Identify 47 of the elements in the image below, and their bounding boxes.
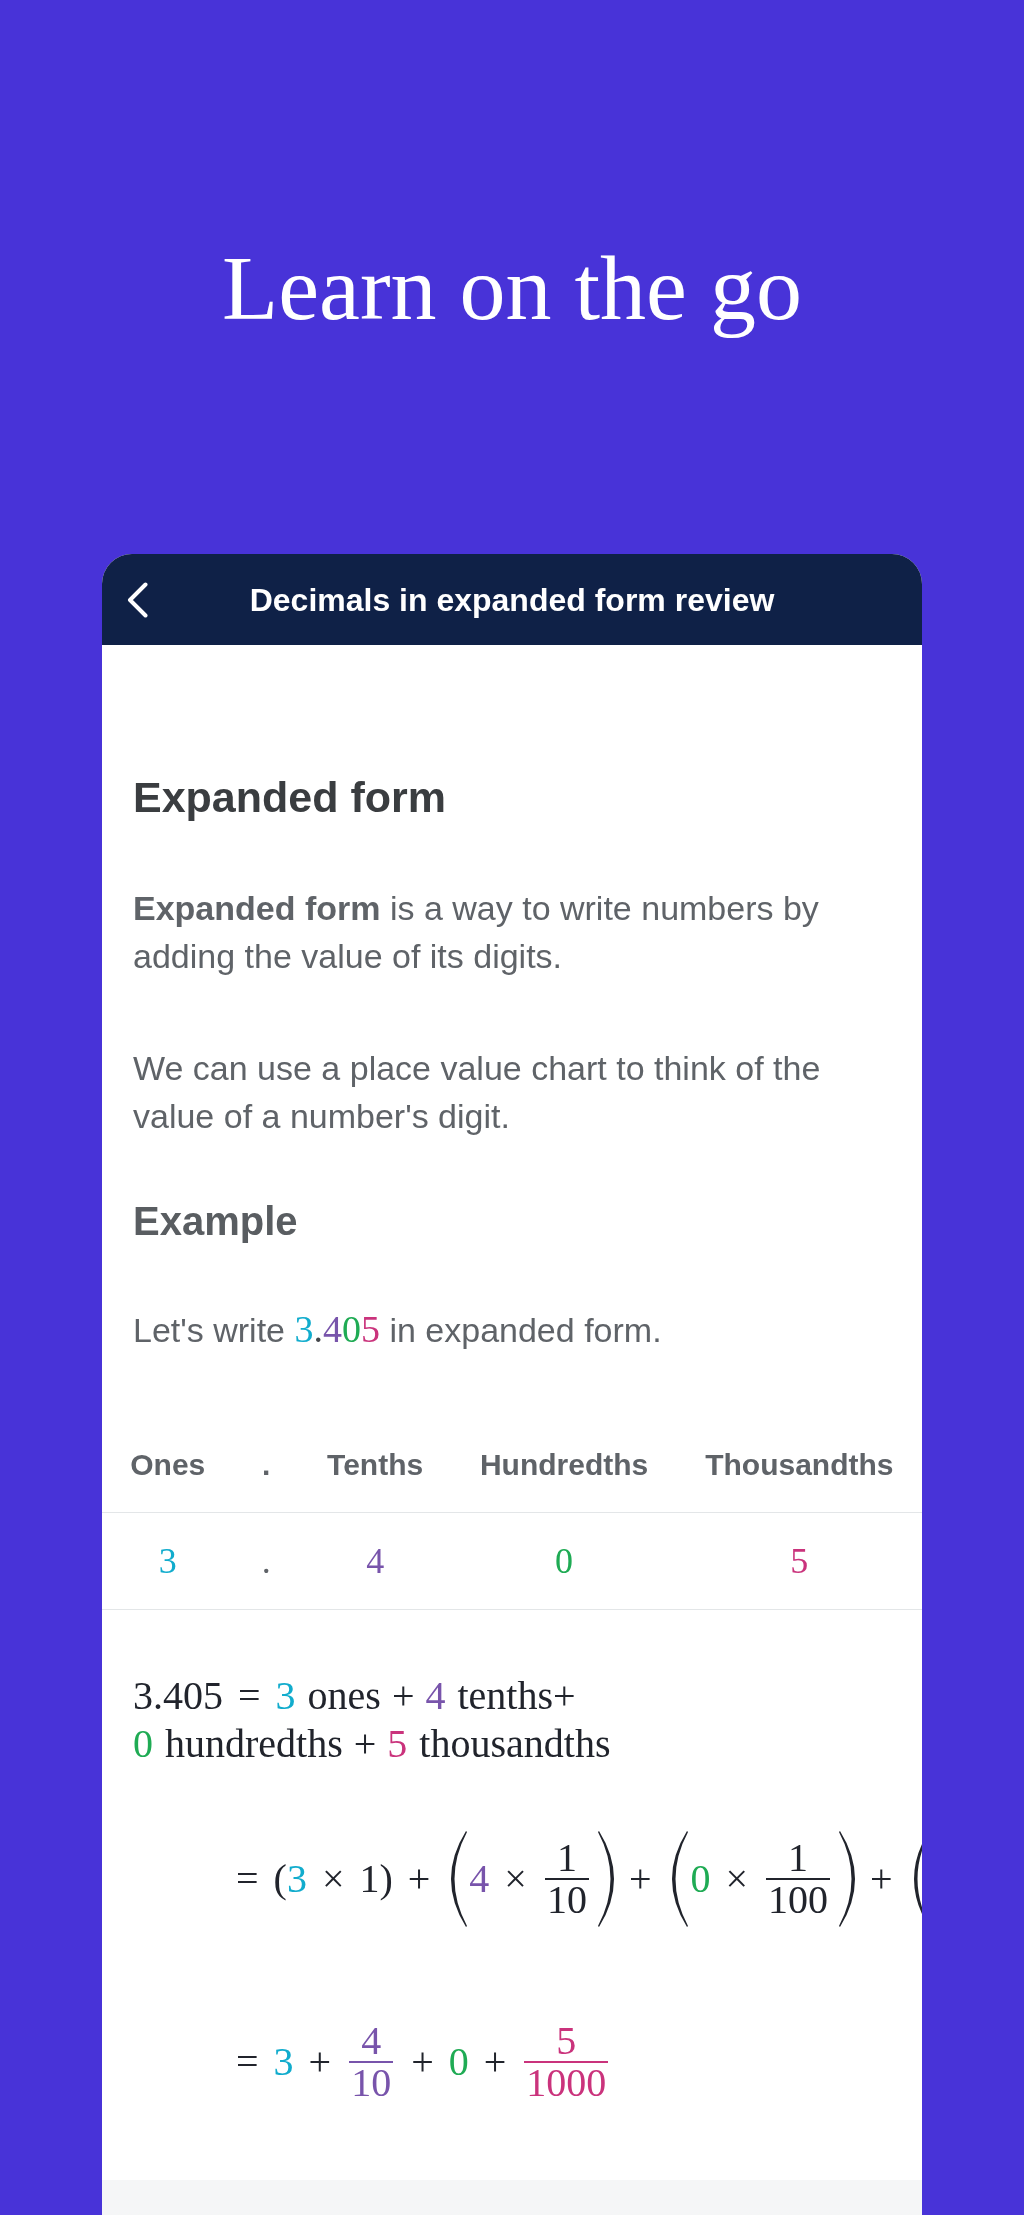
- fraction: 4 10: [349, 2021, 394, 2103]
- table-header-cell: Thousandths: [676, 1422, 922, 1513]
- math-number: 4: [469, 1855, 490, 1903]
- table-cell: 4: [298, 1512, 452, 1610]
- operator-sign: +: [308, 2038, 332, 2086]
- lesson-title: Decimals in expanded form review: [249, 580, 775, 620]
- operator-sign: +: [628, 1855, 652, 1903]
- back-button[interactable]: [127, 581, 148, 618]
- equation-line: 0 hundredths + 5 thousandths: [133, 1720, 611, 1768]
- table-header-cell: Hundredths: [451, 1422, 677, 1513]
- body-paragraph: Expanded form is a way to write numbers by adding the value of its digits.: [133, 888, 820, 977]
- math-number: 1: [359, 1855, 380, 1903]
- math-number: 3: [286, 1855, 307, 1903]
- table-cell: .: [233, 1512, 299, 1610]
- table-header-cell: Ones: [102, 1422, 234, 1513]
- fraction: 1 100: [766, 1838, 831, 1920]
- math-number: 0: [690, 1855, 711, 1903]
- equation-line: 3.405 = 3 ones + 4 tenths+: [133, 1672, 576, 1720]
- table-header-cell: Tenths: [298, 1422, 452, 1513]
- operator-sign: ×: [504, 1855, 527, 1903]
- section-heading: Expanded form: [133, 772, 447, 823]
- math-number: 0: [448, 2038, 469, 2086]
- operator-sign: +: [870, 1855, 893, 1903]
- table-cell: 3: [102, 1512, 234, 1610]
- example-heading: Example: [133, 1198, 299, 1245]
- equals-sign: =: [236, 2038, 259, 2086]
- table-cell: 0: [451, 1512, 677, 1610]
- operator-sign: ×: [725, 1855, 749, 1903]
- math-symbol: (: [273, 1855, 287, 1903]
- table-header-cell: .: [233, 1422, 299, 1513]
- left-parenthesis-icon: [451, 1830, 468, 1928]
- right-parenthesis-icon: [597, 1830, 614, 1928]
- math-number: 3: [273, 2038, 294, 2086]
- chevron-left-icon: [127, 581, 148, 618]
- fraction: 5 1000: [524, 2021, 609, 2103]
- equals-sign: =: [236, 1855, 259, 1903]
- fraction: 1 10: [544, 1838, 589, 1920]
- math-symbol: ): [379, 1855, 393, 1903]
- operator-sign: +: [407, 1855, 431, 1903]
- operator-sign: +: [411, 2038, 434, 2086]
- body-paragraph: We can use a place value chart to think of the value of a number's digit.: [133, 1048, 822, 1137]
- intro-sentence: Let's write 3.405 in expanded form.: [133, 1307, 663, 1352]
- operator-sign: ×: [321, 1855, 345, 1903]
- table-cell: 5: [676, 1512, 922, 1610]
- right-parenthesis-icon: [839, 1830, 856, 1928]
- operator-sign: +: [483, 2038, 507, 2086]
- left-parenthesis-icon: [672, 1830, 689, 1928]
